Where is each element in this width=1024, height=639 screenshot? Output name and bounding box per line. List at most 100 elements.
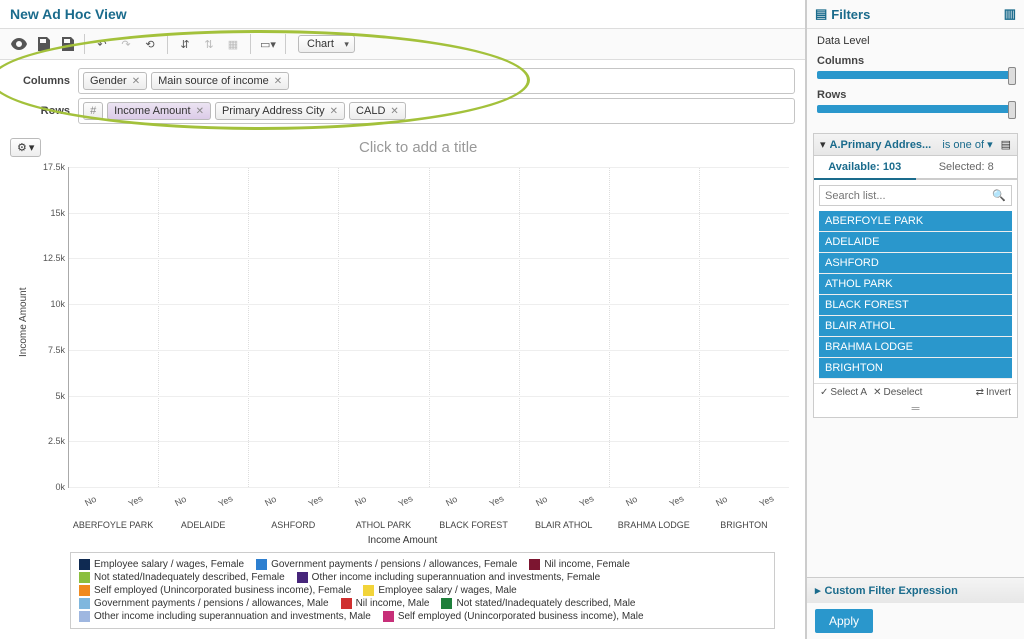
y-tick: 0k: [31, 482, 65, 492]
select-all-button[interactable]: ✓ Select A: [820, 387, 867, 398]
y-tick: 7.5k: [31, 345, 65, 355]
pivot-icon[interactable]: ⇵: [174, 33, 196, 55]
toolbar: ↶ ↷ ⟲ ⇵ ⇅ ▦ ▭▾ Chart: [0, 29, 805, 60]
remove-icon[interactable]: ✕: [196, 106, 204, 117]
field-chip[interactable]: CALD✕: [349, 102, 406, 120]
reset-icon[interactable]: ⟲: [139, 33, 161, 55]
y-tick: 15k: [31, 208, 65, 218]
legend-swatch: [297, 572, 308, 583]
legend-swatch: [79, 598, 90, 609]
minimize-icon[interactable]: ▥: [1004, 6, 1016, 22]
legend-item[interactable]: Other income including superannuation an…: [297, 572, 601, 583]
option-item[interactable]: BLAIR ATHOL: [819, 316, 1012, 337]
filter-name: A.Primary Addres...: [830, 139, 939, 151]
data-level-label: Data Level: [817, 35, 1014, 47]
redo-icon[interactable]: ↷: [115, 33, 137, 55]
legend-item[interactable]: Nil income, Male: [341, 598, 430, 609]
x-tick-sub: No: [68, 486, 112, 516]
legend-item[interactable]: Self employed (Unincorporated business i…: [383, 611, 644, 622]
deselect-all-button[interactable]: ✕ Deselect: [873, 387, 922, 398]
x-tick-city: BRAHMA LODGE: [609, 520, 699, 530]
option-item[interactable]: BLACK FOREST: [819, 295, 1012, 316]
legend-item[interactable]: Government payments / pensions / allowan…: [256, 559, 517, 570]
legend-item[interactable]: Nil income, Female: [529, 559, 630, 570]
option-item[interactable]: BRIGHTON: [819, 358, 1012, 379]
apply-button[interactable]: Apply: [815, 609, 873, 633]
rows-slider-label: Rows: [817, 89, 1014, 101]
field-chip[interactable]: Income Amount✕: [107, 102, 211, 120]
chart-area: Income Amount 0k 2.5k 5k 7.5k 10k 12.5k 15k 17.…: [10, 157, 795, 548]
legend-item[interactable]: Employee salary / wages, Male: [363, 585, 516, 596]
x-tick-city: ABERFOYLE PARK: [68, 520, 158, 530]
remove-icon[interactable]: ✕: [330, 106, 338, 117]
custom-filter-expression-header[interactable]: ▸ Custom Filter Expression: [807, 577, 1024, 603]
view-type-select[interactable]: Chart: [298, 35, 355, 53]
search-input[interactable]: [825, 190, 992, 202]
columns-shelf[interactable]: Gender✕Main source of income✕: [78, 68, 795, 94]
sort-icon[interactable]: ⇅: [198, 33, 220, 55]
preview-icon[interactable]: [8, 33, 30, 55]
layout-icon[interactable]: ▭▾: [257, 33, 279, 55]
remove-icon[interactable]: ✕: [132, 76, 140, 87]
y-tick: 17.5k: [31, 162, 65, 172]
option-item[interactable]: ATHOL PARK: [819, 274, 1012, 295]
x-axis-label: Income Amount: [10, 535, 795, 546]
chart-title-placeholder[interactable]: Click to add a title: [41, 139, 795, 156]
x-tick-city: ATHOL PARK: [338, 520, 428, 530]
search-icon[interactable]: 🔍: [992, 189, 1006, 202]
undo-icon[interactable]: ↶: [91, 33, 113, 55]
remove-icon[interactable]: ✕: [274, 76, 282, 87]
legend-item[interactable]: Other income including superannuation an…: [79, 611, 371, 622]
legend-swatch: [256, 559, 267, 570]
y-tick: 10k: [31, 299, 65, 309]
save-icon[interactable]: [32, 33, 54, 55]
option-item[interactable]: ADELAIDE: [819, 232, 1012, 253]
columns-slider[interactable]: [817, 71, 1014, 79]
legend-swatch: [383, 611, 394, 622]
field-chip[interactable]: Primary Address City✕: [215, 102, 345, 120]
resize-handle[interactable]: ═: [814, 401, 1017, 417]
tab-available[interactable]: Available: 103: [814, 156, 916, 180]
legend-item[interactable]: Government payments / pensions / allowan…: [79, 598, 329, 609]
filter-mode-select[interactable]: is one of ▾: [942, 138, 992, 151]
rows-shelf[interactable]: #Income Amount✕Primary Address City✕CALD…: [78, 98, 795, 124]
field-chip[interactable]: Main source of income✕: [151, 72, 289, 90]
chart-options-button[interactable]: ⚙ ▾: [10, 138, 41, 157]
remove-icon[interactable]: ✕: [390, 106, 398, 117]
filter-menu-icon[interactable]: ▤: [1001, 138, 1011, 151]
filter-icon: ▤: [815, 6, 827, 22]
option-item[interactable]: BRAHMA LODGE: [819, 337, 1012, 358]
options-list[interactable]: ABERFOYLE PARKADELAIDEASHFORDATHOL PARKB…: [819, 211, 1012, 379]
legend-item[interactable]: Employee salary / wages, Female: [79, 559, 244, 570]
x-tick-sub: Yes: [294, 486, 338, 516]
hash-chip: #: [83, 102, 103, 120]
legend-item[interactable]: Not stated/Inadequately described, Femal…: [79, 572, 285, 583]
field-chip[interactable]: Gender✕: [83, 72, 147, 90]
filters-panel: ▤ Filters ▥ Data Level Columns Rows ▾ A.…: [806, 0, 1024, 639]
y-tick: 2.5k: [31, 436, 65, 446]
legend: Employee salary / wages, Female Governmen…: [70, 552, 775, 629]
tab-selected[interactable]: Selected: 8: [916, 156, 1018, 180]
columns-shelf-label: Columns: [10, 75, 78, 87]
y-tick: 5k: [31, 391, 65, 401]
x-tick-sub: No: [609, 486, 653, 516]
y-tick: 12.5k: [31, 253, 65, 263]
invert-button[interactable]: ⇄ Invert: [976, 387, 1011, 398]
rows-slider[interactable]: [817, 105, 1014, 113]
collapse-icon[interactable]: ▾: [820, 138, 826, 151]
legend-item[interactable]: Self employed (Unincorporated business i…: [79, 585, 351, 596]
legend-swatch: [79, 611, 90, 622]
x-tick-sub: No: [519, 486, 563, 516]
legend-swatch: [529, 559, 540, 570]
format-icon[interactable]: ▦: [222, 33, 244, 55]
rows-shelf-label: Rows: [10, 105, 78, 117]
legend-swatch: [441, 598, 452, 609]
legend-item[interactable]: Not stated/Inadequately described, Male: [441, 598, 635, 609]
x-tick-city: ADELAIDE: [158, 520, 248, 530]
x-tick-city: BRIGHTON: [699, 520, 789, 530]
legend-swatch: [79, 572, 90, 583]
option-item[interactable]: ASHFORD: [819, 253, 1012, 274]
option-item[interactable]: ABERFOYLE PARK: [819, 211, 1012, 232]
x-tick-sub: Yes: [654, 486, 698, 516]
export-icon[interactable]: [56, 33, 78, 55]
